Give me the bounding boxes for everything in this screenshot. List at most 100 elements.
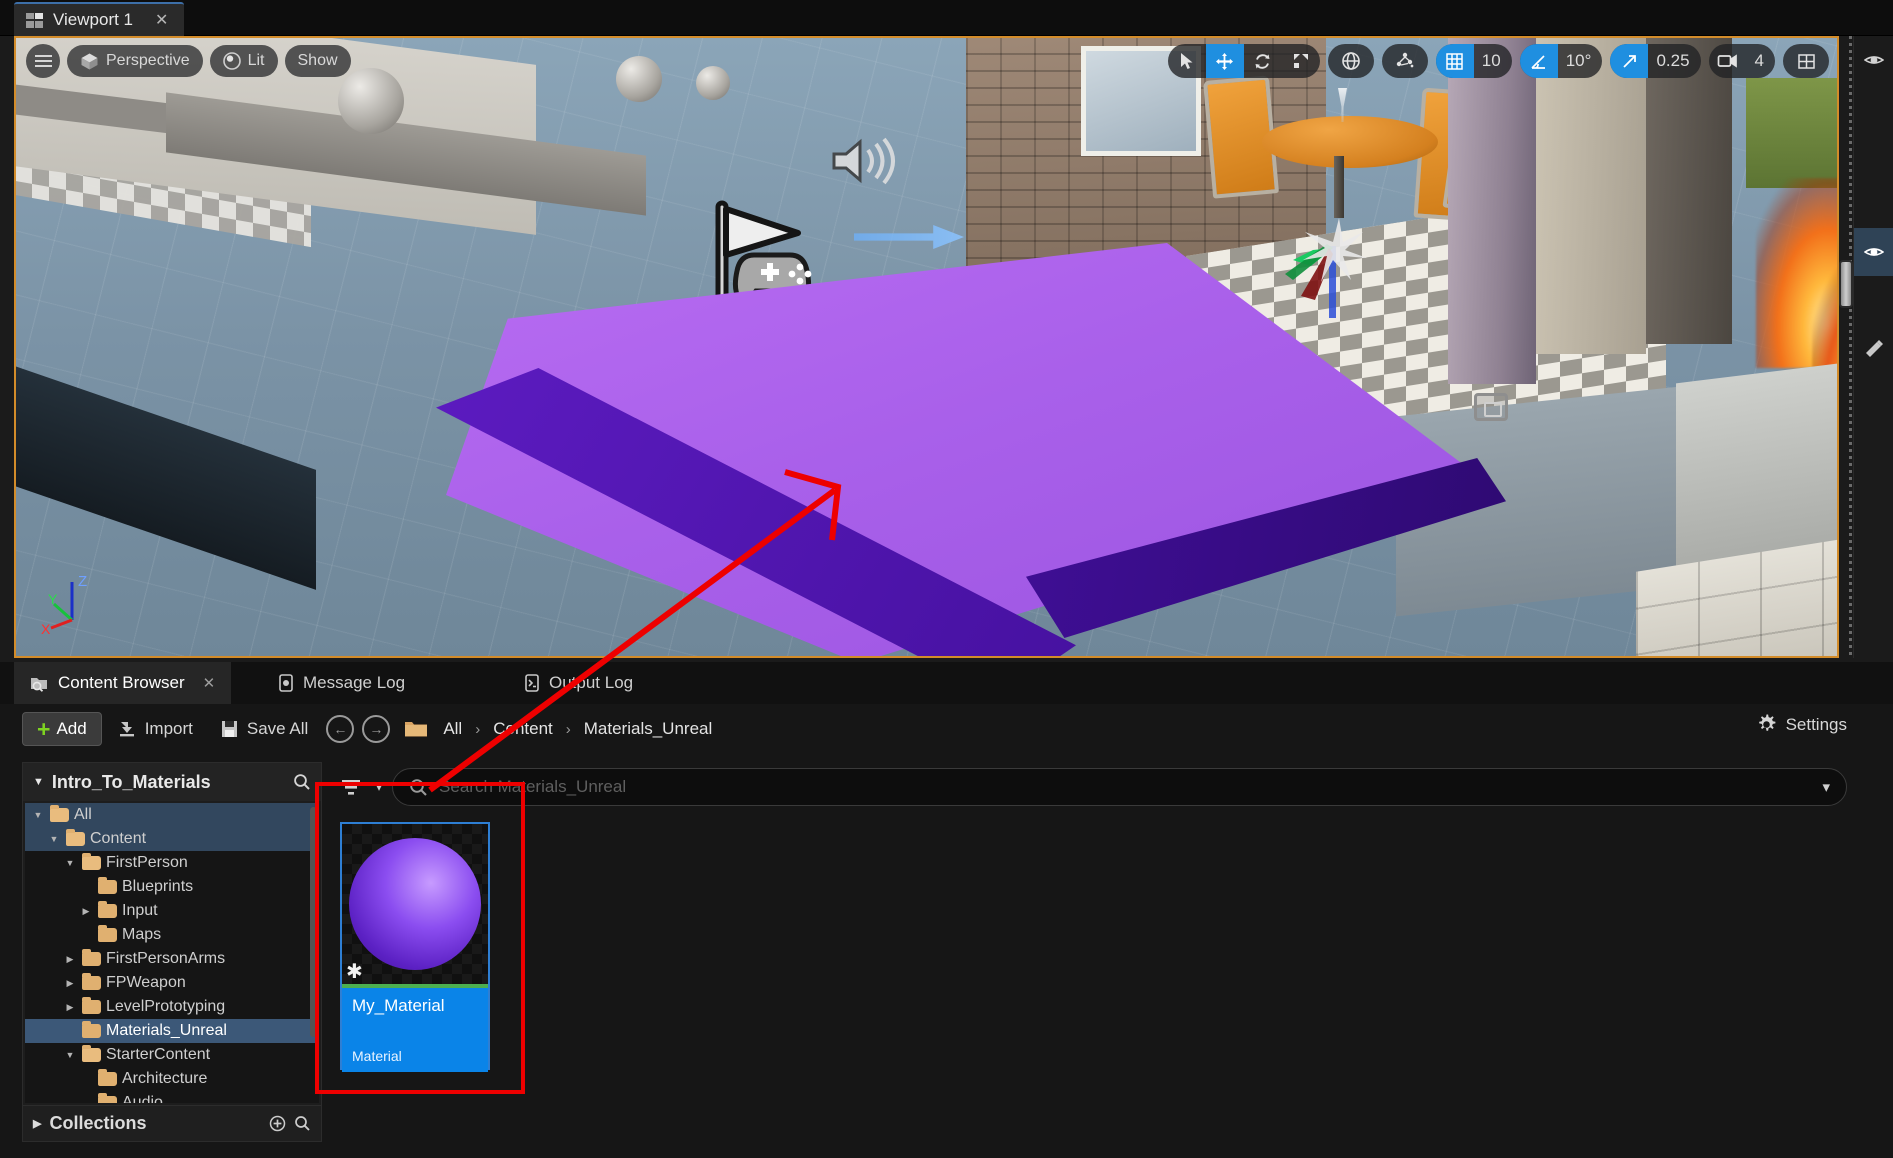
right-strip-slot-a[interactable] (1854, 84, 1893, 132)
tree-item-content[interactable]: ▼ Content (25, 827, 319, 851)
tab-viewport-1[interactable]: Viewport 1 ✕ (14, 2, 185, 36)
tree-item-startercontent[interactable]: ▼ StarterContent (25, 1043, 319, 1067)
tree-item-all[interactable]: ▼ All (25, 803, 319, 827)
sources-header[interactable]: ▼ Intro_To_Materials (23, 763, 321, 801)
chevron-down-icon[interactable]: ▼ (63, 1050, 77, 1060)
scale-snap-value[interactable]: 0.25 (1648, 51, 1700, 71)
chevron-right-icon[interactable]: ▶ (63, 1002, 77, 1013)
chevron-down-icon[interactable]: ▼ (47, 834, 61, 844)
search-input[interactable]: Search Materials_Unreal ▾ (392, 768, 1847, 806)
add-button[interactable]: + Add (22, 712, 102, 746)
tree-item-audio[interactable]: Audio (25, 1091, 319, 1103)
tree-item-firstpersonarms[interactable]: ▶ FirstPersonArms (25, 947, 319, 971)
angle-snap-toggle[interactable] (1519, 44, 1558, 78)
grid-snap-toggle[interactable] (1435, 44, 1474, 78)
arrow-back-icon[interactable]: ← (326, 715, 355, 743)
tree-item-fpweapon[interactable]: ▶ FPWeapon (25, 971, 319, 995)
collections-section[interactable]: ▶ Collections (23, 1105, 321, 1141)
details-visibility-icon[interactable] (1854, 228, 1893, 276)
search-icon[interactable] (294, 1115, 311, 1132)
folder-icon (405, 722, 428, 737)
sources-title: Intro_To_Materials (51, 771, 211, 792)
breadcrumb-content[interactable]: Content (484, 719, 562, 739)
chevron-right-icon[interactable]: ▶ (79, 906, 93, 917)
asset-grid[interactable]: ✱ My_Material Material (340, 822, 1847, 1158)
place-actors-icon[interactable] (1854, 324, 1893, 372)
content-browser-icon (31, 677, 47, 692)
tree-scrollbar[interactable] (310, 807, 317, 1037)
surface-snap-toggle[interactable] (1386, 44, 1424, 78)
search-icon[interactable] (293, 773, 311, 791)
close-icon[interactable]: ✕ (203, 674, 216, 692)
import-button[interactable]: Import (106, 712, 205, 746)
level-viewport[interactable]: Z Y X Perspective Lit Show 10 10° 0.25 4 (14, 36, 1839, 658)
view-mode-label: Lit (247, 52, 265, 69)
breadcrumb-separator: › (475, 720, 481, 738)
arrow-forward-icon[interactable]: → (362, 715, 391, 743)
camera-actor-icon[interactable] (1474, 393, 1508, 421)
grid-snap-value[interactable]: 10 (1474, 51, 1512, 71)
angle-snap-group: 10° (1519, 44, 1603, 78)
tab-strip: Viewport 1 ✕ (0, 0, 1893, 36)
tree-item-architecture[interactable]: Architecture (25, 1067, 319, 1091)
tree-item-label: Content (90, 830, 147, 847)
folder-tree[interactable]: ▼ All ▼ Content ▼ FirstPerson Blueprints ▶ Input… (25, 803, 319, 1103)
tree-item-maps[interactable]: Maps (25, 923, 319, 947)
scale-snap-toggle[interactable] (1610, 44, 1649, 78)
scale-snap-group: 0.25 (1610, 44, 1701, 78)
chevron-right-icon[interactable]: ▶ (63, 954, 77, 965)
tree-item-firstperson[interactable]: ▼ FirstPerson (25, 851, 319, 875)
tree-item-materials-unreal[interactable]: Materials_Unreal (25, 1019, 319, 1043)
import-label: Import (144, 719, 193, 738)
camera-speed-icon[interactable] (1709, 44, 1747, 78)
scale-tool-button[interactable] (1282, 44, 1320, 78)
breadcrumb-all[interactable]: All (434, 719, 471, 739)
rotate-tool-button[interactable] (1244, 44, 1282, 78)
tree-item-levelprototyping[interactable]: ▶ LevelPrototyping (25, 995, 319, 1019)
select-tool-button[interactable] (1168, 44, 1206, 78)
save-all-button[interactable]: Save All (209, 712, 320, 746)
filter-icon[interactable] (340, 776, 366, 798)
filter-chevron-down-icon[interactable]: ▾ (376, 780, 382, 794)
settings-button[interactable]: Settings (1756, 714, 1847, 735)
layout-grid-icon[interactable] (1787, 44, 1825, 78)
chevron-down-icon[interactable]: ▼ (33, 776, 44, 788)
camera-mode-button[interactable]: Perspective (67, 45, 203, 77)
outliner-visibility-icon[interactable] (1854, 36, 1893, 84)
right-strip-slot-c[interactable] (1854, 180, 1893, 228)
right-strip-slot-b[interactable] (1854, 132, 1893, 180)
plus-circle-icon[interactable] (269, 1115, 286, 1132)
camera-speed-value[interactable]: 4 (1747, 51, 1775, 71)
viewport-splitter-handle[interactable] (1839, 260, 1853, 308)
material-sphere-icon (349, 838, 481, 970)
tab-output-log[interactable]: Output Log (508, 662, 649, 704)
breadcrumb-materials-unreal[interactable]: Materials_Unreal (575, 719, 722, 739)
translate-tool-button[interactable] (1205, 44, 1244, 78)
transform-gizmo[interactable] (1271, 188, 1401, 318)
search-icon (410, 778, 427, 796)
tree-item-blueprints[interactable]: Blueprints (25, 875, 319, 899)
asset-thumbnail: ✱ (342, 824, 488, 984)
tab-message-log[interactable]: Message Log (262, 662, 421, 704)
chevron-down-icon[interactable]: ▼ (63, 858, 77, 868)
show-flags-button[interactable]: Show (284, 45, 351, 77)
view-mode-button[interactable]: Lit (209, 45, 278, 77)
bottom-panel-tabs: Content Browser ✕ Message Log Output Log (0, 662, 1893, 704)
angle-snap-value[interactable]: 10° (1558, 51, 1603, 71)
chevron-right-icon[interactable]: ▶ (63, 978, 77, 989)
tree-item-label: FirstPersonArms (106, 950, 226, 967)
audio-speaker-icon[interactable] (828, 134, 898, 188)
tree-item-input[interactable]: ▶ Input (25, 899, 319, 923)
close-icon[interactable]: ✕ (155, 10, 168, 30)
tab-content-browser[interactable]: Content Browser ✕ (14, 662, 232, 704)
viewport-menu-button[interactable] (26, 44, 60, 78)
world-coordinate-toggle[interactable] (1332, 44, 1370, 78)
tab-label: Message Log (303, 673, 406, 692)
chevron-down-icon[interactable]: ▼ (31, 810, 45, 820)
coordinate-system-group (1327, 44, 1374, 78)
chevron-right-icon[interactable]: ▶ (33, 1117, 41, 1130)
show-flags-label: Show (297, 52, 338, 69)
chevron-down-icon[interactable]: ▾ (1822, 778, 1830, 796)
right-strip-slot-d[interactable] (1854, 276, 1893, 324)
asset-tile-my-material[interactable]: ✱ My_Material Material (340, 822, 490, 1072)
